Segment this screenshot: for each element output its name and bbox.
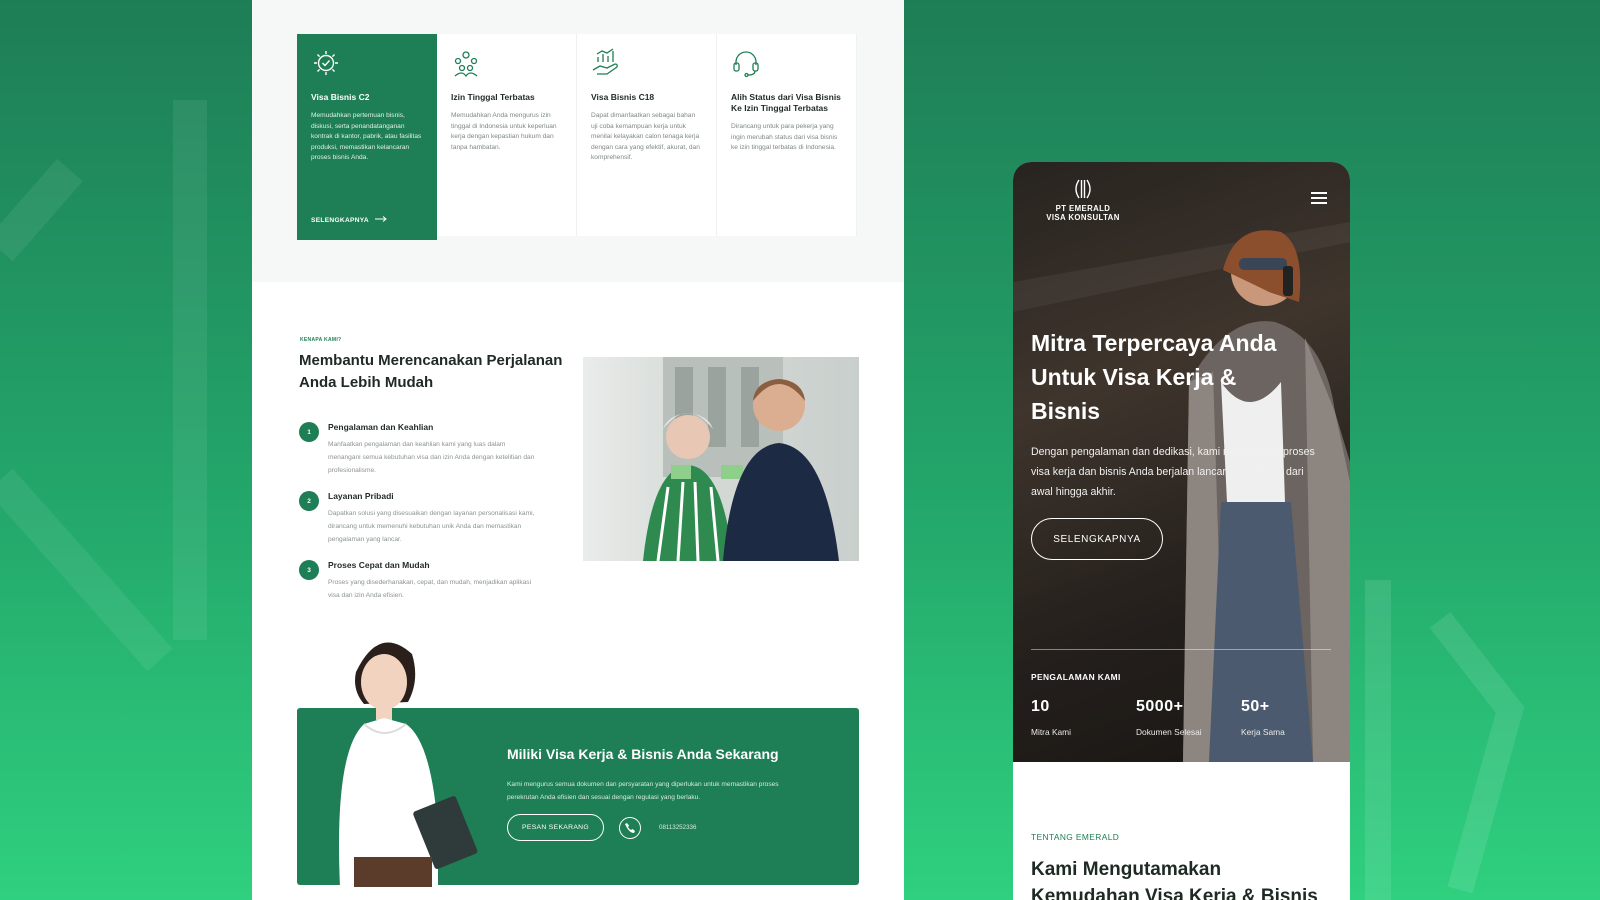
why-title: Membantu Merencanakan Perjalanan Anda Le… [299, 352, 563, 391]
service-title: Visa Bisnis C2 [311, 92, 370, 102]
service-title: Visa Bisnis C18 [591, 92, 655, 102]
stat-label: Mitra Kami [1031, 727, 1072, 737]
team-photo [583, 357, 859, 561]
stat-value: 10 [1031, 698, 1050, 715]
service-desc: Dirancang untuk para pekerja yang ingin … [731, 123, 838, 152]
service-card-visa-c18[interactable]: Visa Bisnis C18 Dapat dimanfaatkan sebag… [577, 34, 717, 236]
about-eyebrow: TENTANG EMERALD [1031, 832, 1120, 842]
logo-line-2: VISA KONSULTAN [1046, 213, 1120, 222]
service-desc: Memudahkan Anda mengurus izin tinggal di… [451, 112, 557, 151]
hero-section: PT EMERALD VISA KONSULTAN Mitra Terperca… [1013, 162, 1350, 762]
why-item-desc: Proses yang disederhanakan, cepat, dan m… [328, 579, 532, 599]
stat-partners: 10 Mitra Kami [1031, 698, 1071, 737]
divider [1031, 649, 1331, 650]
phone-number[interactable]: 08113252336 [659, 824, 696, 831]
mobile-page-mockup: PT EMERALD VISA KONSULTAN Mitra Terperca… [1013, 162, 1350, 900]
list-item: 3 Proses Cepat dan Mudah Proses yang dis… [299, 560, 539, 602]
growth-hand-icon [591, 48, 621, 78]
logo-line-1: PT EMERALD [1055, 204, 1111, 213]
service-desc: Dapat dimanfaatkan sebagai bahan uji cob… [591, 112, 700, 162]
service-desc: Memudahkan pertemuan bisnis, diskusi, se… [311, 112, 422, 162]
hero-more-button[interactable]: SELENGKAPNYA [1031, 518, 1163, 560]
headset-icon [731, 48, 761, 78]
step-number: 1 [299, 422, 319, 442]
step-number: 2 [299, 491, 319, 511]
why-eyebrow: KENAPA KAMI? [300, 337, 342, 343]
why-item-title: Pengalaman dan Keahlian [328, 422, 434, 432]
stat-value: 50+ [1241, 698, 1270, 715]
background-decoration [0, 40, 260, 760]
cta-person-image [334, 632, 484, 887]
phone-icon[interactable] [619, 817, 641, 839]
service-cards: Visa Bisnis C2 Memudahkan pertemuan bisn… [297, 34, 857, 240]
desktop-page-mockup: Visa Bisnis C2 Memudahkan pertemuan bisn… [252, 0, 904, 900]
why-item-title: Proses Cepat dan Mudah [328, 560, 430, 570]
brand-logo[interactable]: PT EMERALD VISA KONSULTAN [1033, 178, 1133, 222]
service-card-visa-c2[interactable]: Visa Bisnis C2 Memudahkan pertemuan bisn… [297, 34, 437, 240]
stat-documents: 5000+ Dokumen Selesai [1136, 698, 1202, 737]
why-item-title: Layanan Pribadi [328, 491, 394, 501]
background-decoration-right [1360, 560, 1600, 900]
order-now-button[interactable]: PESAN SEKARANG [507, 814, 604, 841]
service-more-label: SELENGKAPNYA [311, 216, 369, 224]
service-card-izin-tinggal[interactable]: Izin Tinggal Terbatas Memudahkan Anda me… [437, 34, 577, 236]
stat-label: Dokumen Selesai [1136, 727, 1202, 737]
step-number: 3 [299, 560, 319, 580]
service-title: Alih Status dari Visa Bisnis Ke Izin Tin… [731, 92, 841, 113]
arrow-right-icon [374, 216, 387, 224]
list-item: 2 Layanan Pribadi Dapatkan solusi yang d… [299, 491, 539, 546]
list-item: 1 Pengalaman dan Keahlian Manfaatkan pen… [299, 422, 539, 477]
why-item-desc: Dapatkan solusi yang disesuaikan dengan … [328, 510, 535, 543]
service-more-link[interactable]: SELENGKAPNYA [311, 216, 387, 224]
hero-title: Mitra Terpercaya Anda Untuk Visa Kerja &… [1031, 330, 1277, 424]
stat-cooperation: 50+ Kerja Sama [1241, 698, 1285, 737]
logo-mark-icon [1070, 178, 1096, 200]
cta-title: Miliki Visa Kerja & Bisnis Anda Sekarang [507, 746, 779, 762]
why-item-desc: Manfaatkan pengalaman dan keahlian kami … [328, 441, 535, 474]
why-list: 1 Pengalaman dan Keahlian Manfaatkan pen… [299, 422, 539, 616]
stats-label: PENGALAMAN KAMI [1031, 672, 1121, 682]
stat-value: 5000+ [1136, 698, 1184, 715]
service-title: Izin Tinggal Terbatas [451, 92, 535, 102]
hero-description: Dengan pengalaman dan dedikasi, kami mem… [1031, 446, 1315, 498]
service-card-alih-status[interactable]: Alih Status dari Visa Bisnis Ke Izin Tin… [717, 34, 857, 236]
about-title: Kami Mengutamakan Kemudahan Visa Kerja &… [1031, 859, 1318, 900]
gear-check-icon [311, 48, 341, 78]
team-icon [451, 48, 481, 78]
stat-label: Kerja Sama [1241, 727, 1285, 737]
hamburger-menu-icon[interactable] [1311, 192, 1327, 204]
cta-desc: Kami mengurus semua dokumen dan persyara… [507, 781, 779, 801]
